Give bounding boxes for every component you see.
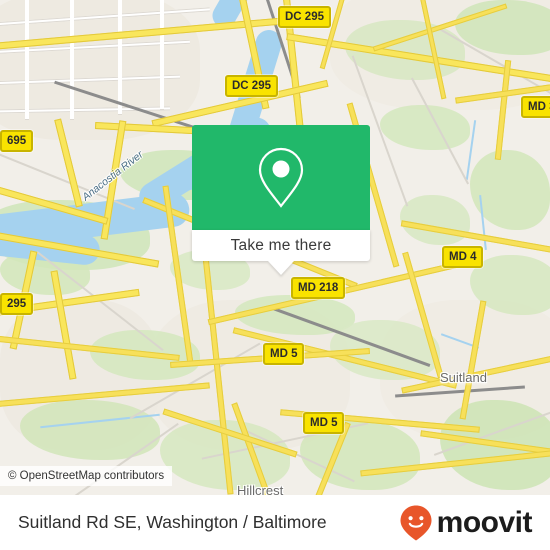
map-shield: DC 295 bbox=[278, 6, 331, 28]
callout-pointer bbox=[268, 261, 294, 275]
map-shield: MD 5 bbox=[303, 412, 345, 434]
moovit-smiley-pin-icon bbox=[400, 505, 432, 540]
map-screenshot: DC 295 DC 295 MD 3 695 MD 4 MD 218 295 MD 5 MD 5… bbox=[0, 0, 550, 550]
map-pin-icon bbox=[258, 147, 304, 208]
map-place-label: Hillcrest bbox=[237, 483, 284, 495]
take-me-there-button[interactable]: Take me there bbox=[192, 230, 370, 261]
map-shield: MD 4 bbox=[442, 246, 484, 268]
map-shield: MD 218 bbox=[291, 277, 346, 299]
footer-bar: Suitland Rd SE, Washington / Baltimore m… bbox=[0, 495, 550, 550]
take-me-there-label: Take me there bbox=[230, 236, 332, 254]
map-road-minor bbox=[160, 0, 164, 110]
map-shield: MD 5 bbox=[263, 343, 305, 365]
moovit-logo[interactable]: moovit bbox=[399, 495, 533, 550]
map-place-label: Suitland bbox=[440, 370, 487, 385]
moovit-wordmark: moovit bbox=[436, 505, 533, 539]
map-road-minor bbox=[118, 0, 122, 115]
map-shield: 695 bbox=[0, 130, 34, 152]
map-road-minor bbox=[70, 0, 74, 120]
callout-icon-panel bbox=[192, 125, 370, 230]
map-road-minor bbox=[25, 0, 29, 120]
map-shield: 295 bbox=[0, 293, 34, 315]
osm-attribution[interactable]: © OpenStreetMap contributors bbox=[0, 466, 173, 486]
map-shield: MD 3 bbox=[521, 96, 550, 118]
map-shield: DC 295 bbox=[225, 75, 278, 97]
location-title: Suitland Rd SE, Washington / Baltimore bbox=[18, 512, 327, 532]
location-callout[interactable]: Take me there bbox=[192, 125, 370, 275]
